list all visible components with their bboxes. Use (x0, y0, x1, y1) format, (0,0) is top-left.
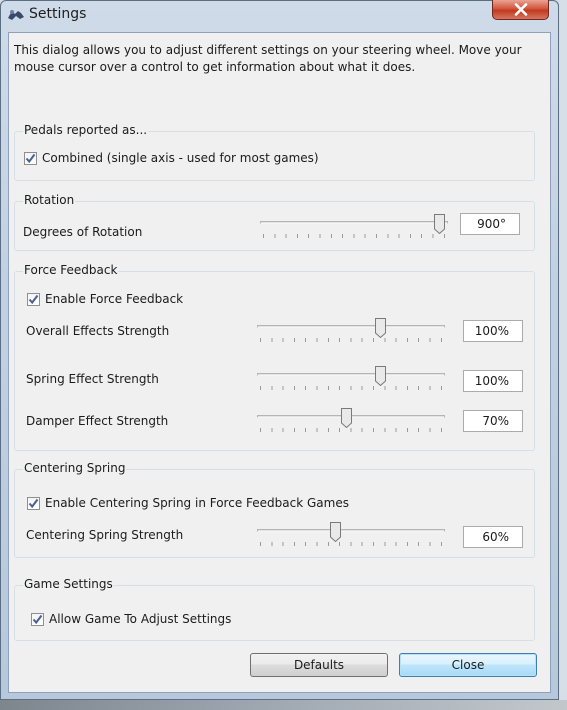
slider-thumb[interactable] (433, 214, 445, 234)
checkmark-icon (28, 294, 39, 304)
degrees-of-rotation-label: Degrees of Rotation (23, 225, 143, 239)
spring-effect-strength-value[interactable]: 100% (463, 370, 523, 392)
slider-thumb[interactable] (340, 408, 352, 428)
close-icon (514, 3, 528, 16)
centering-spring-strength-label: Centering Spring Strength (26, 528, 184, 542)
degrees-of-rotation-slider[interactable] (260, 214, 450, 244)
checkbox-box[interactable] (31, 612, 44, 626)
checkmark-icon (28, 498, 39, 508)
allow-game-adjust-label: Allow Game To Adjust Settings (49, 612, 232, 626)
damper-effect-strength-slider[interactable] (257, 408, 447, 438)
spring-effect-strength-slider[interactable] (257, 366, 447, 396)
centering-spring-strength-value[interactable]: 60% (463, 526, 523, 548)
combined-label: Combined (single axis - used for most ga… (42, 151, 319, 165)
game-settings-group: Game Settings Allow Game To Adjust Setti… (14, 577, 535, 641)
centering-spring-strength-slider[interactable] (257, 522, 447, 552)
pedals-group: Pedals reported as... Combined (single a… (14, 123, 535, 181)
desktop-background (0, 700, 567, 710)
intro-text: This dialog allows you to adjust differe… (14, 43, 522, 74)
overall-effects-strength-label: Overall Effects Strength (26, 324, 170, 338)
spring-effect-strength-label: Spring Effect Strength (26, 372, 159, 386)
defaults-button[interactable]: Defaults (250, 653, 388, 677)
rotation-group-title: Rotation (23, 193, 76, 207)
overall-effects-strength-slider[interactable] (257, 318, 447, 348)
checkmark-icon (32, 614, 43, 624)
slider-thumb[interactable] (374, 318, 386, 338)
game-settings-group-title: Game Settings (23, 577, 114, 591)
title-bar[interactable]: Settings (1, 0, 558, 31)
close-button[interactable]: Close (399, 653, 537, 677)
dialog-content: This dialog allows you to adjust differe… (8, 32, 551, 693)
window-close-button[interactable] (492, 0, 549, 20)
steering-wheel-icon (7, 8, 25, 22)
slider-thumb[interactable] (329, 522, 341, 542)
enable-centering-spring-label: Enable Centering Spring in Force Feedbac… (45, 496, 349, 510)
allow-game-adjust-checkbox[interactable]: Allow Game To Adjust Settings (31, 612, 231, 626)
combined-checkbox[interactable]: Combined (single axis - used for most ga… (24, 151, 319, 165)
slider-thumb[interactable] (374, 366, 386, 386)
degrees-of-rotation-value[interactable]: 900° (460, 213, 520, 235)
enable-force-feedback-label: Enable Force Feedback (45, 292, 184, 306)
pedals-group-title: Pedals reported as... (23, 123, 149, 137)
rotation-group: Rotation Degrees of Rotation 900° (14, 193, 535, 251)
centering-spring-group-title: Centering Spring (23, 461, 127, 475)
enable-force-feedback-checkbox[interactable]: Enable Force Feedback (27, 292, 183, 306)
overall-effects-strength-value[interactable]: 100% (463, 320, 523, 342)
checkbox-box[interactable] (27, 496, 40, 510)
checkmark-icon (25, 153, 36, 163)
force-feedback-group: Force Feedback Enable Force Feedback Ove… (14, 263, 535, 451)
window-title: Settings (29, 6, 87, 22)
centering-spring-group: Centering Spring Enable Centering Spring… (14, 461, 535, 558)
enable-centering-spring-checkbox[interactable]: Enable Centering Spring in Force Feedbac… (27, 496, 349, 510)
damper-effect-strength-label: Damper Effect Strength (26, 414, 169, 428)
checkbox-box[interactable] (24, 151, 37, 165)
settings-window: Settings This dialog allows you to adjus… (0, 0, 559, 700)
force-feedback-group-title: Force Feedback (23, 263, 119, 277)
damper-effect-strength-value[interactable]: 70% (463, 410, 523, 432)
checkbox-box[interactable] (27, 292, 40, 306)
